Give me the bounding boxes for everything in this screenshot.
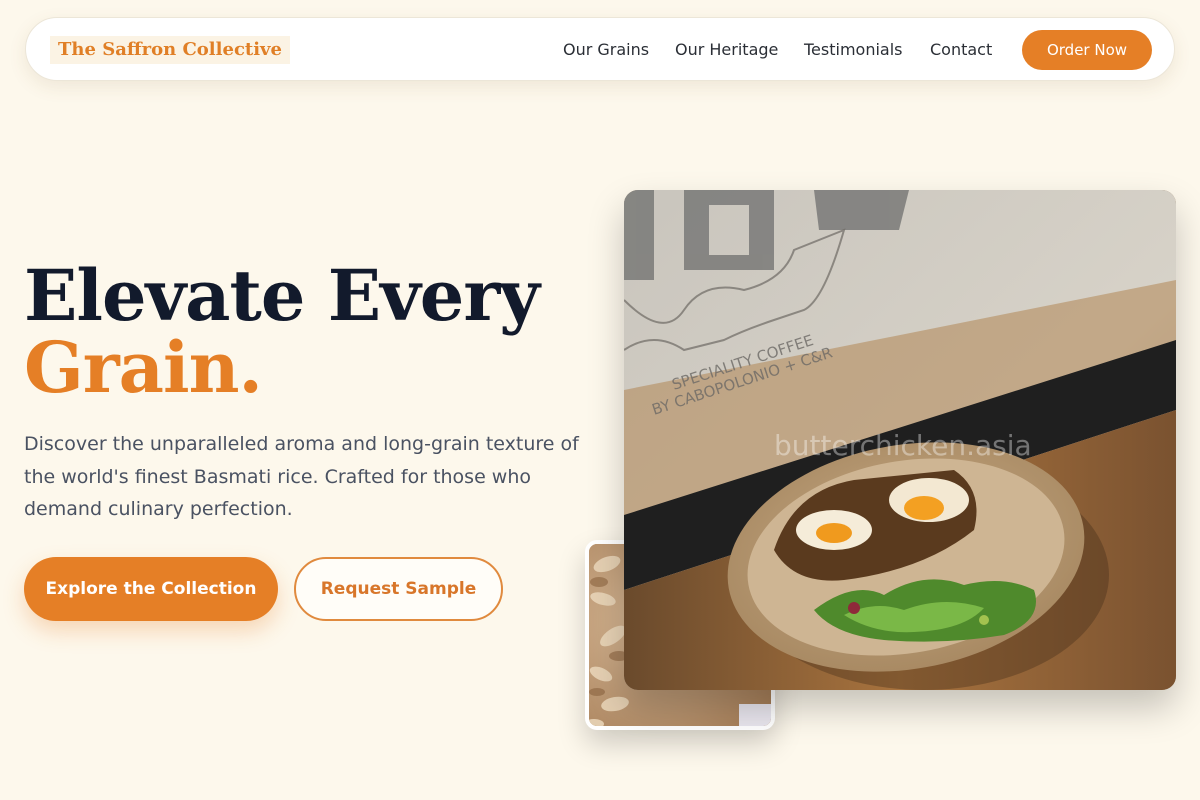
- hero-title-line: Elevate Every: [24, 254, 540, 337]
- hero-description: Discover the unparalleled aroma and long…: [24, 433, 579, 520]
- request-sample-button[interactable]: Request Sample: [294, 557, 503, 621]
- explore-collection-button[interactable]: Explore the Collection: [24, 557, 278, 621]
- top-navbar: The Saffron Collective Our Grains Our He…: [25, 17, 1175, 81]
- hero-food-photo: SPECIALITY COFFEE BY CABOPOLONIO + C&R b…: [624, 190, 1176, 690]
- nav-link-our-grains[interactable]: Our Grains: [563, 40, 649, 59]
- nav-link-our-heritage[interactable]: Our Heritage: [675, 40, 778, 59]
- image-watermark: butterchicken.asia: [774, 429, 1032, 462]
- hero-title: Elevate Every Grain.: [24, 260, 540, 409]
- hero-title-accent: Grain.: [24, 326, 263, 409]
- nav-link-contact[interactable]: Contact: [930, 40, 992, 59]
- order-now-button[interactable]: Order Now: [1022, 30, 1152, 70]
- nav-link-testimonials[interactable]: Testimonials: [804, 40, 903, 59]
- brand-logo[interactable]: The Saffron Collective: [50, 36, 290, 64]
